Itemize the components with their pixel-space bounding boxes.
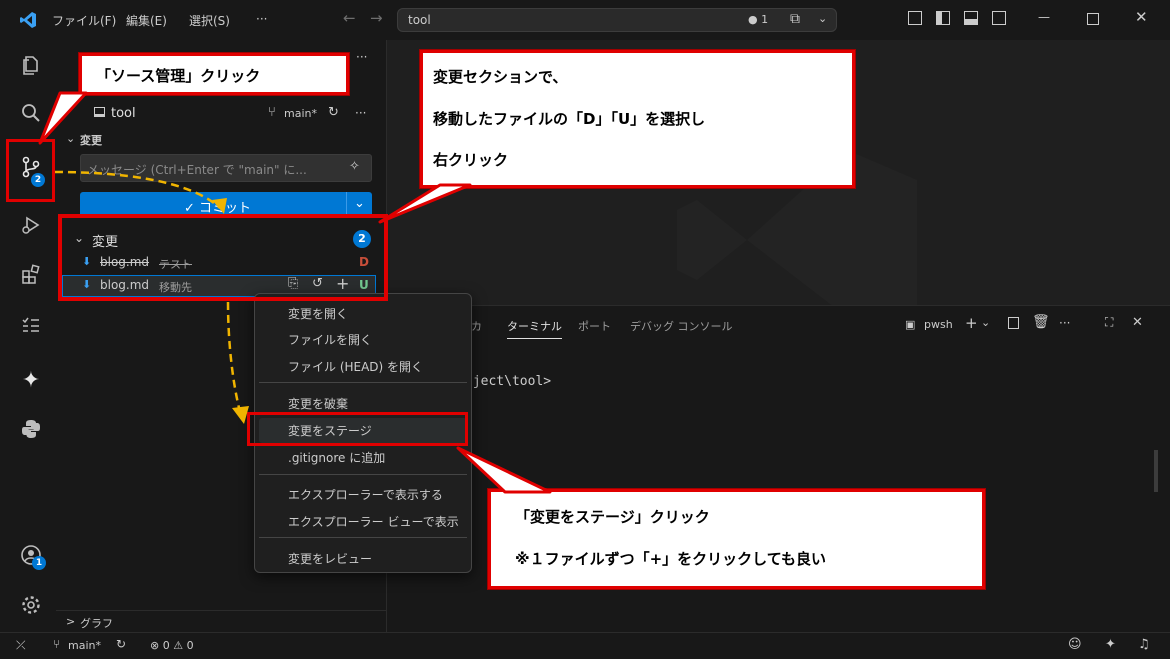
arrow-to-stage xyxy=(226,301,242,413)
arrow-to-changes xyxy=(54,170,221,209)
annotation-arrows xyxy=(38,91,552,494)
callout-pointer-source-control xyxy=(38,91,88,145)
arrow-head xyxy=(212,198,227,214)
callout-pointer-changes xyxy=(378,183,472,224)
arrow-head xyxy=(232,406,249,424)
callout-pointer-stage xyxy=(456,446,552,494)
